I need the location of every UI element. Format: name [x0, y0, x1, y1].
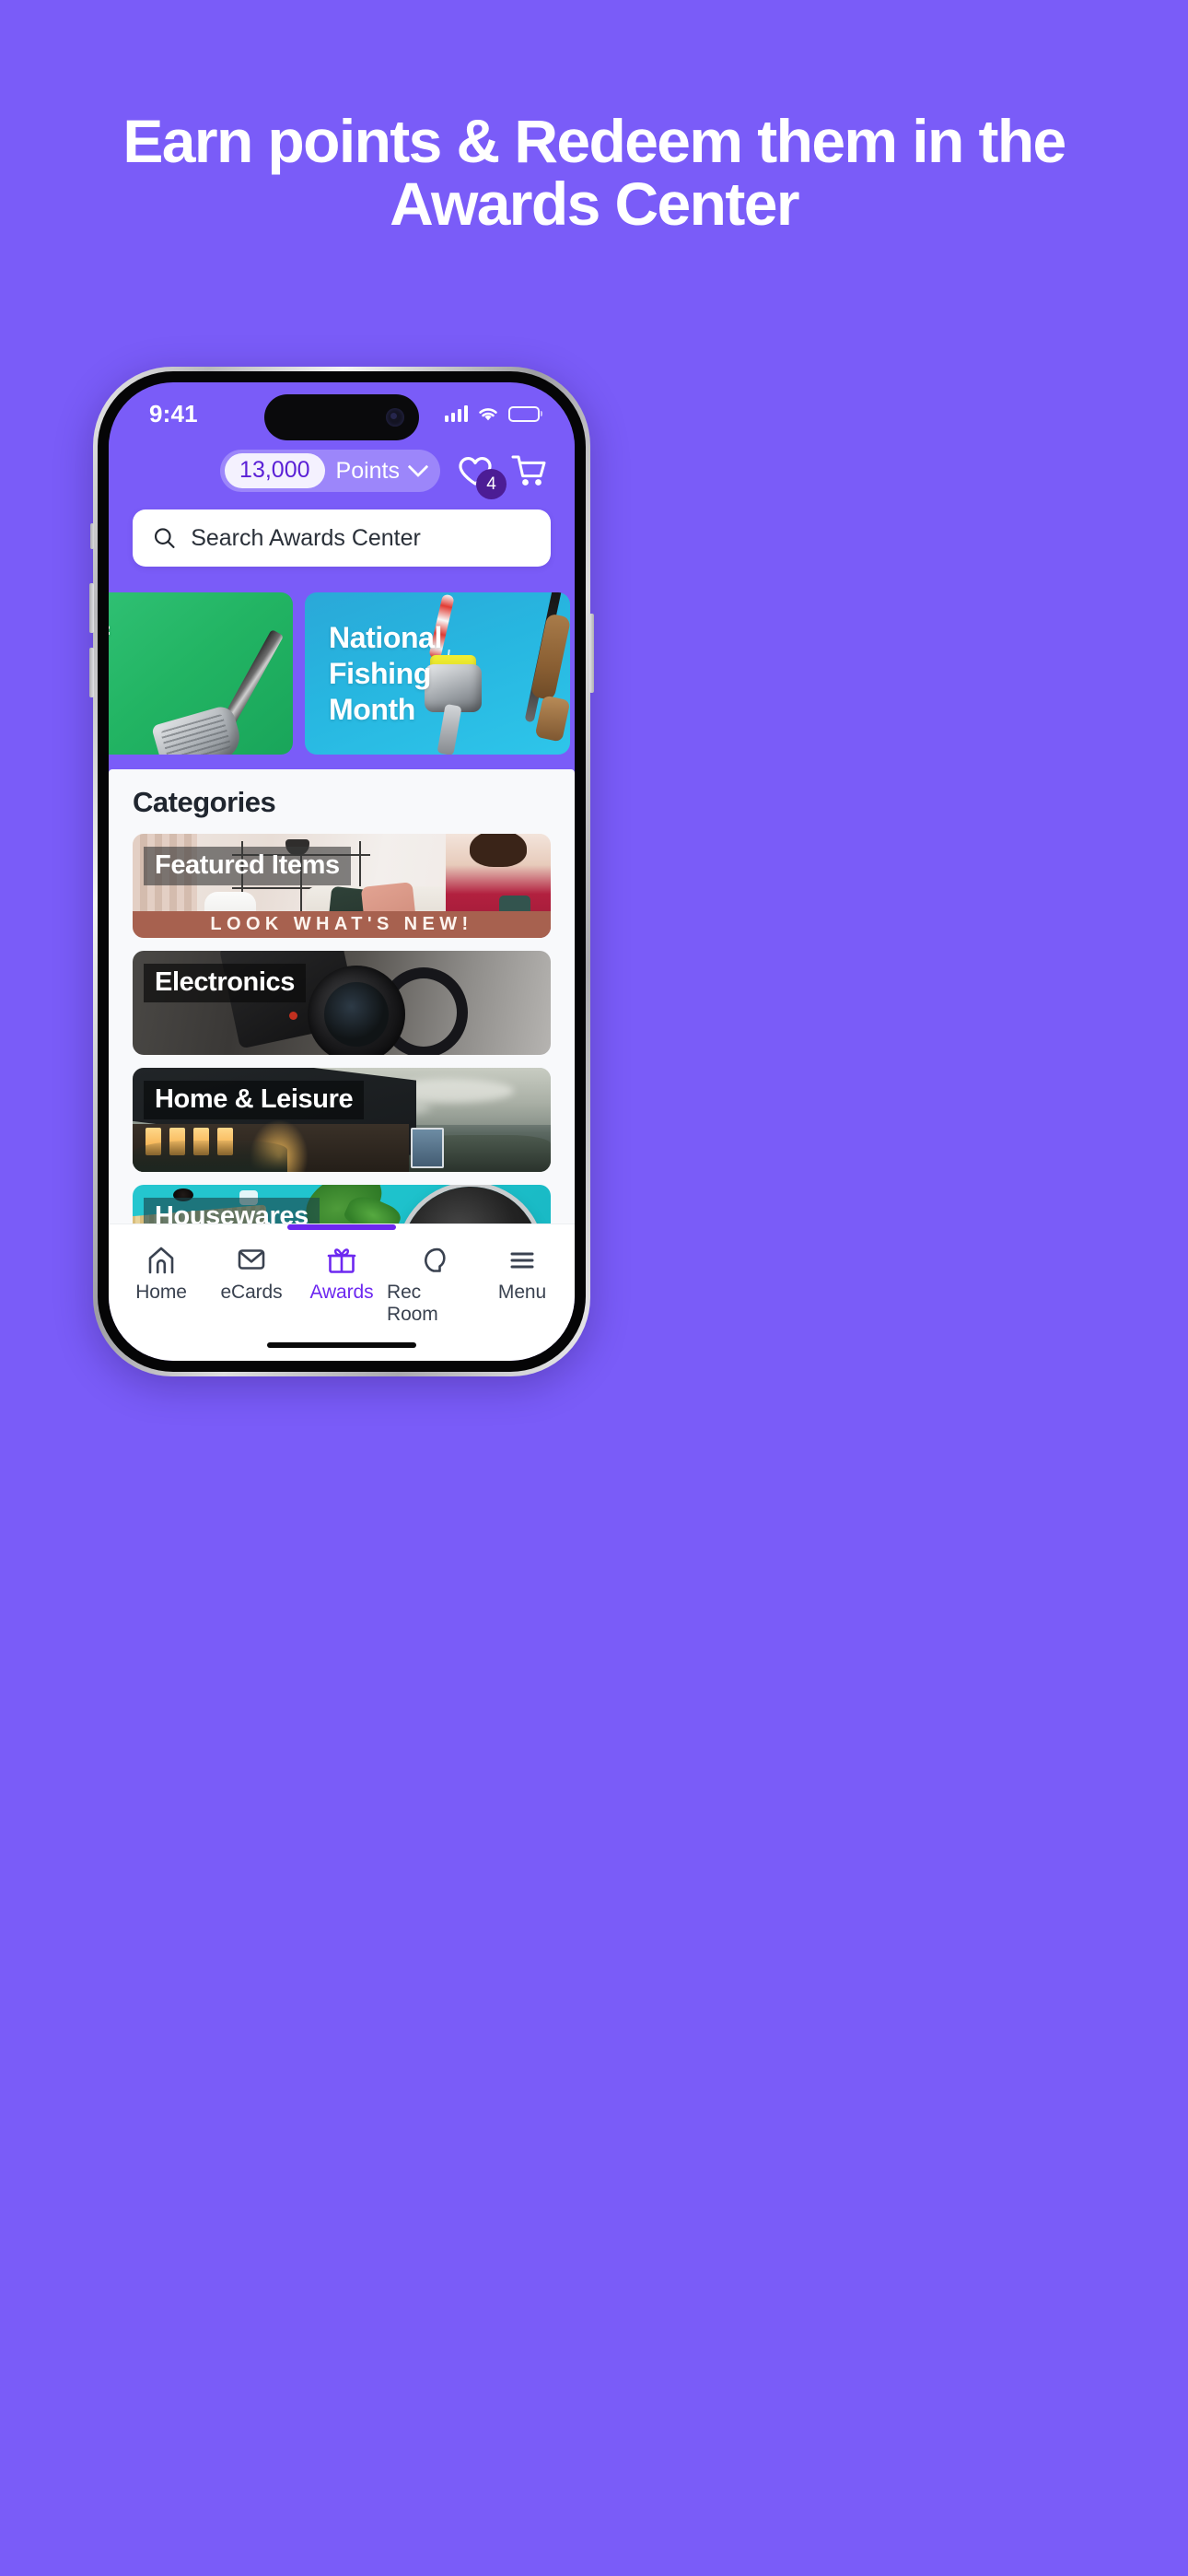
tab-label: Home — [135, 1282, 187, 1303]
promo-card-title: National Fishing Month — [329, 621, 443, 727]
featured-items-ribbon-text: LOOK WHAT'S NEW! — [210, 914, 473, 934]
tab-awards[interactable]: Awards — [297, 1235, 387, 1326]
page-title: Categories — [133, 786, 276, 818]
phone-bezel: 9:41 13,000 Points 4 Search Awards Cente… — [98, 371, 586, 1372]
status-time: 9:41 — [149, 399, 198, 427]
header-actions: 13,000 Points 4 — [133, 447, 551, 499]
shopping-cart-icon — [511, 455, 546, 486]
home-indicator-bar[interactable] — [267, 1342, 416, 1348]
power-button — [589, 614, 594, 693]
points-value: 13,000 — [225, 453, 325, 488]
search-input[interactable] — [191, 524, 530, 552]
search-bar[interactable] — [133, 509, 551, 567]
promo-card-golf[interactable]: Golf — [109, 592, 293, 755]
category-card-home-leisure[interactable]: Home & Leisure — [133, 1068, 551, 1172]
categories-sheet: Categories Featured Items LOOK WHAT'S NE… — [109, 769, 575, 1224]
volume-down-button — [89, 648, 94, 697]
chat-bubble-icon — [425, 1247, 446, 1272]
favorites-count-badge: 4 — [476, 469, 507, 499]
dynamic-island — [264, 394, 419, 440]
promo-carousel[interactable]: Golf National Fishing Month Wellness Mon… — [109, 592, 575, 755]
tab-menu[interactable]: Menu — [477, 1235, 567, 1326]
golf-club-icon — [151, 620, 293, 755]
hamburger-menu-icon — [510, 1252, 534, 1269]
category-label: Featured Items — [144, 847, 351, 886]
app-header: 13,000 Points 4 — [109, 439, 575, 581]
tab-label: Menu — [497, 1282, 547, 1303]
category-card-featured-items[interactable]: Featured Items LOOK WHAT'S NEW! — [133, 834, 551, 938]
phone-mockup: 9:41 13,000 Points 4 Search Awards Cente… — [89, 367, 594, 1376]
tab-label: Awards — [309, 1282, 374, 1303]
gift-icon — [327, 1248, 356, 1273]
tab-home[interactable]: Home — [116, 1235, 206, 1326]
front-camera-icon — [386, 408, 404, 427]
promo-carousel-region: Golf National Fishing Month Wellness Mon… — [109, 581, 575, 769]
home-icon — [148, 1247, 174, 1274]
category-card-housewares[interactable]: Housewares — [133, 1185, 551, 1224]
tab-rec-room[interactable]: Rec Room — [387, 1235, 477, 1326]
tab-label: eCards — [220, 1282, 283, 1303]
category-label: Electronics — [144, 964, 306, 1003]
favorites-button[interactable]: 4 — [457, 454, 507, 499]
home-indicator — [109, 1329, 575, 1361]
search-icon — [154, 528, 175, 548]
wifi-icon — [479, 407, 497, 420]
category-label: Home & Leisure — [144, 1081, 365, 1120]
featured-items-ribbon: LOOK WHAT'S NEW! — [133, 911, 551, 938]
phone-screen: 9:41 13,000 Points 4 Search Awards Cente… — [109, 382, 575, 1361]
volume-up-button — [89, 583, 94, 633]
battery-icon — [508, 405, 540, 422]
points-balance-pill[interactable]: 13,000 Points — [220, 450, 440, 492]
cart-button[interactable] — [510, 453, 549, 488]
promo-headline: Earn points & Redeem them in the Awards … — [122, 107, 1066, 238]
category-label: Housewares — [144, 1198, 320, 1224]
chevron-down-icon[interactable] — [407, 456, 429, 478]
cellular-signal-icon — [444, 405, 468, 422]
status-indicators — [444, 405, 540, 423]
points-label: Points — [335, 457, 400, 484]
category-list: Featured Items LOOK WHAT'S NEW! Electron… — [133, 834, 551, 1224]
tab-label: Rec Room — [387, 1282, 438, 1325]
envelope-icon — [238, 1249, 265, 1270]
category-card-electronics[interactable]: Electronics — [133, 951, 551, 1055]
tab-ecards[interactable]: eCards — [206, 1235, 297, 1326]
silent-switch — [90, 523, 94, 549]
bottom-tab-bar: Home eCards Awards Rec Room Menu — [109, 1224, 575, 1329]
promo-card-fishing[interactable]: National Fishing Month — [305, 592, 570, 755]
